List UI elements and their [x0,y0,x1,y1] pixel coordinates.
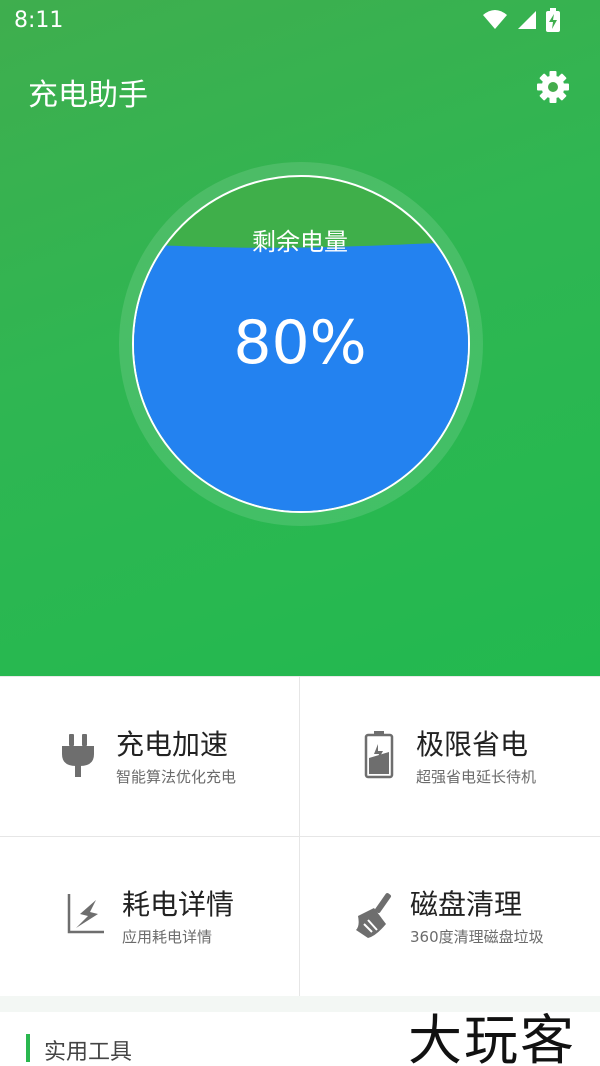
card-title: 耗电详情 [122,888,235,921]
card-title: 充电加速 [116,728,229,761]
power-saving-card[interactable]: 极限省电 超强省电延长待机 [300,676,600,836]
wifi-icon [483,10,507,29]
section-title: 实用工具 [44,1040,133,1065]
signal-icon [518,11,536,29]
battery-charging-icon [546,8,560,32]
gear-icon[interactable] [536,70,570,104]
card-title: 磁盘清理 [410,888,523,921]
page-title: 充电助手 [28,78,148,113]
charge-boost-card[interactable]: 充电加速 智能算法优化充电 [0,676,300,836]
card-title: 极限省电 [416,728,529,761]
card-subtitle: 360度清理磁盘垃圾 [410,928,544,946]
plug-icon [62,734,94,777]
battery-level-fill [134,241,468,511]
disk-cleanup-card[interactable]: 磁盘清理 360度清理磁盘垃圾 [300,836,600,996]
broom-icon [356,893,391,938]
card-subtitle: 智能算法优化充电 [116,768,237,786]
card-subtitle: 应用耗电详情 [122,928,213,946]
status-icons [482,8,560,32]
watermark: 大玩客 [408,1009,576,1066]
battery-percentage: 80% [233,308,367,378]
gauge-label: 剩余电量 [252,228,348,256]
status-bar: 8:11 [0,0,600,42]
section-accent-bar [26,1034,30,1062]
power-usage-card[interactable]: 耗电详情 应用耗电详情 [0,836,300,996]
status-time: 8:11 [14,8,64,33]
battery-saver-icon [364,731,394,779]
power-usage-chart-icon [67,894,104,934]
card-subtitle: 超强省电延长待机 [416,768,537,786]
hero-panel: 8:11 充电助手 剩余电量 80% [0,0,600,676]
